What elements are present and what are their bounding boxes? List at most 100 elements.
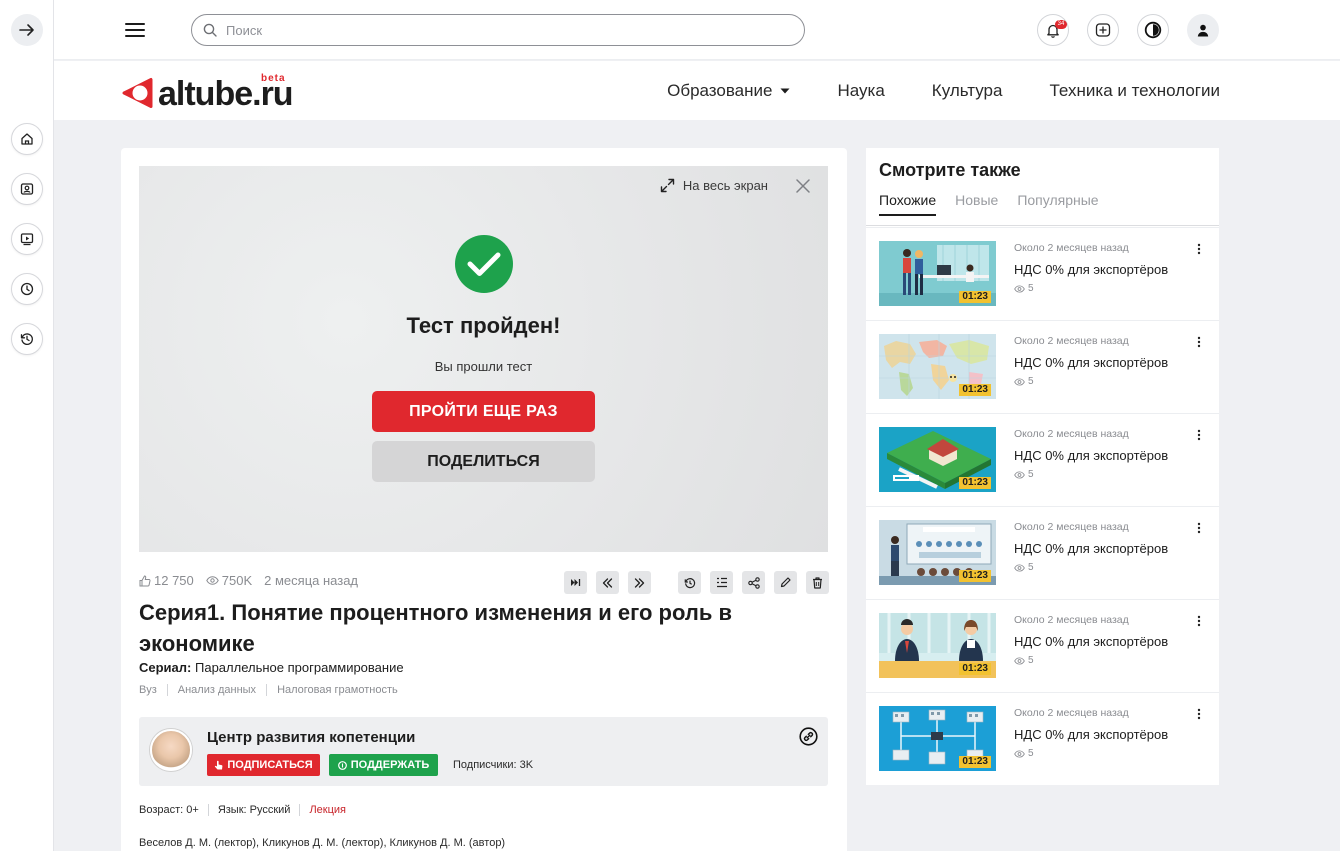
notifications-button[interactable]: 34 bbox=[1037, 14, 1069, 46]
video-views: 5 bbox=[1014, 655, 1034, 666]
video-thumbnail[interactable]: 01:23 bbox=[879, 706, 996, 771]
eye-icon bbox=[1014, 563, 1025, 572]
kebab-menu-icon bbox=[1197, 336, 1201, 348]
views-count: 5 bbox=[1028, 748, 1034, 759]
subscribers-count: Подписчики: 3K bbox=[453, 759, 534, 771]
profile-button[interactable] bbox=[11, 173, 43, 205]
nav-item-education[interactable]: Образование bbox=[667, 81, 790, 101]
edit-button[interactable] bbox=[774, 571, 797, 594]
search-input[interactable] bbox=[226, 22, 766, 38]
related-video-item[interactable]: 01:23 Около 2 месяцев назад НДС 0% для э… bbox=[866, 227, 1219, 320]
notification-count-badge: 34 bbox=[1055, 20, 1067, 29]
watch-later-button[interactable] bbox=[11, 273, 43, 305]
site-logo[interactable]: altube.ru beta bbox=[120, 71, 294, 111]
retry-test-button[interactable]: ПРОЙТИ ЕЩЕ РАЗ bbox=[372, 391, 595, 432]
next-video-button[interactable] bbox=[564, 571, 587, 594]
history-icon bbox=[684, 577, 695, 588]
home-button[interactable] bbox=[11, 123, 43, 155]
more-options-button[interactable] bbox=[1197, 522, 1201, 534]
related-video-item[interactable]: 01:23 Около 2 месяцев назад НДС 0% для э… bbox=[866, 320, 1219, 413]
coin-icon bbox=[337, 760, 347, 770]
forward-button[interactable] bbox=[628, 571, 651, 594]
language: Язык: Русский bbox=[207, 804, 300, 816]
tag-link[interactable]: Вуз bbox=[139, 684, 167, 696]
video-thumbnail[interactable]: 01:23 bbox=[879, 427, 996, 492]
upload-video-button[interactable] bbox=[1087, 14, 1119, 46]
fullscreen-button[interactable]: На весь экран bbox=[660, 178, 768, 193]
close-button[interactable] bbox=[796, 179, 810, 193]
more-options-button[interactable] bbox=[1197, 429, 1201, 441]
support-button[interactable]: ПОДДЕРЖАТЬ bbox=[329, 754, 438, 776]
nav-item-culture[interactable]: Культура bbox=[932, 81, 1003, 101]
video-title-link[interactable]: НДС 0% для экспортёров bbox=[1014, 634, 1168, 649]
video-card: На весь экран Тест пройден! Вы прошли те… bbox=[121, 148, 847, 851]
related-tabs: Похожие Новые Популярные bbox=[879, 192, 1099, 216]
add-video-icon bbox=[1095, 23, 1111, 37]
more-options-button[interactable] bbox=[1197, 243, 1201, 255]
tab-popular[interactable]: Популярные bbox=[1017, 192, 1098, 216]
pencil-icon bbox=[780, 577, 791, 588]
eye-icon bbox=[1014, 470, 1025, 479]
nav-item-technology[interactable]: Техника и технологии bbox=[1049, 81, 1220, 101]
video-views: 5 bbox=[1014, 283, 1034, 294]
related-title: Смотрите также bbox=[879, 160, 1021, 180]
subscribe-button[interactable]: ПОДПИСАТЬСЯ bbox=[207, 754, 320, 776]
nav-item-science[interactable]: Наука bbox=[837, 81, 884, 101]
channel-name[interactable]: Центр развития копетенции bbox=[207, 729, 415, 746]
video-title-link[interactable]: НДС 0% для экспортёров bbox=[1014, 727, 1168, 742]
likes-count: 12 750 bbox=[154, 573, 194, 588]
tag-link[interactable]: Налоговая грамотность bbox=[266, 684, 408, 696]
history-button[interactable] bbox=[11, 323, 43, 355]
video-thumbnail[interactable]: 01:23 bbox=[879, 520, 996, 585]
duration-badge: 01:23 bbox=[959, 570, 991, 582]
channel-link-button[interactable] bbox=[799, 727, 818, 746]
related-video-item[interactable]: 01:23 Около 2 месяцев назад НДС 0% для э… bbox=[866, 413, 1219, 506]
double-chevron-left-icon bbox=[602, 577, 613, 588]
account-button[interactable] bbox=[1187, 14, 1219, 46]
series-link[interactable]: Параллельное программирование bbox=[195, 660, 404, 675]
more-options-button[interactable] bbox=[1197, 615, 1201, 627]
tab-new[interactable]: Новые bbox=[955, 192, 998, 216]
video-title-link[interactable]: НДС 0% для экспортёров bbox=[1014, 262, 1168, 277]
theme-toggle-button[interactable] bbox=[1137, 14, 1169, 46]
channel-avatar[interactable] bbox=[150, 729, 192, 771]
expand-sidebar-button[interactable] bbox=[11, 14, 43, 46]
success-badge bbox=[455, 235, 513, 293]
likes-stat[interactable]: 12 750 bbox=[139, 573, 194, 588]
more-options-button[interactable] bbox=[1197, 708, 1201, 720]
subscribe-label: ПОДПИСАТЬСЯ bbox=[227, 759, 313, 771]
subscriptions-button[interactable] bbox=[11, 223, 43, 255]
more-options-button[interactable] bbox=[1197, 336, 1201, 348]
delete-button[interactable] bbox=[806, 571, 829, 594]
tag-link[interactable]: Анализ данных bbox=[166, 684, 266, 696]
video-title-link[interactable]: НДС 0% для экспортёров bbox=[1014, 541, 1168, 556]
search-bar bbox=[191, 14, 805, 46]
share-result-button[interactable]: ПОДЕЛИТЬСЯ bbox=[372, 441, 595, 482]
add-to-playlist-button[interactable] bbox=[710, 571, 733, 594]
tab-similar[interactable]: Похожие bbox=[879, 192, 937, 216]
related-video-item[interactable]: 01:23 Около 2 месяцев назад НДС 0% для э… bbox=[866, 692, 1219, 785]
video-title-link[interactable]: НДС 0% для экспортёров bbox=[1014, 448, 1168, 463]
video-thumbnail[interactable]: 01:23 bbox=[879, 334, 996, 399]
series-label: Сериал: bbox=[139, 660, 192, 675]
hamburger-icon bbox=[125, 23, 145, 37]
upload-age: 2 месяца назад bbox=[264, 573, 359, 588]
logo-play-icon bbox=[122, 78, 153, 108]
hand-pointer-icon bbox=[215, 760, 223, 770]
video-thumbnail[interactable]: 01:23 bbox=[879, 241, 996, 306]
views-count: 750K bbox=[221, 573, 253, 588]
video-title-link[interactable]: НДС 0% для экспортёров bbox=[1014, 355, 1168, 370]
video-player[interactable]: На весь экран Тест пройден! Вы прошли те… bbox=[139, 166, 828, 552]
hamburger-menu-button[interactable] bbox=[124, 20, 146, 40]
related-video-item[interactable]: 01:23 Около 2 месяцев назад НДС 0% для э… bbox=[866, 599, 1219, 692]
rewind-button[interactable] bbox=[596, 571, 619, 594]
content-type-link[interactable]: Лекция bbox=[299, 804, 355, 816]
share-button[interactable] bbox=[742, 571, 765, 594]
history-icon bbox=[20, 333, 33, 345]
watch-later-add-button[interactable] bbox=[678, 571, 701, 594]
left-rail bbox=[0, 0, 54, 851]
eye-icon bbox=[205, 576, 219, 585]
related-video-item[interactable]: 01:23 Около 2 месяцев назад НДС 0% для э… bbox=[866, 506, 1219, 599]
top-bar: 34 bbox=[54, 0, 1340, 60]
video-thumbnail[interactable]: 01:23 bbox=[879, 613, 996, 678]
